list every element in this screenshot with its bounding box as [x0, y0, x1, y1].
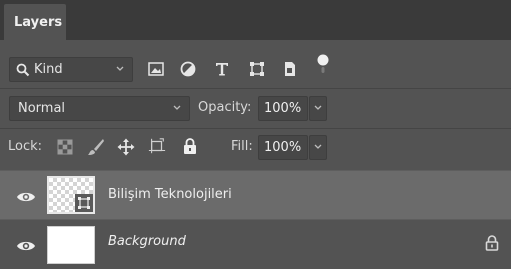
- eye-icon[interactable]: [16, 189, 36, 203]
- smart-object-badge-icon: [75, 194, 93, 212]
- lock-icon[interactable]: [485, 235, 499, 251]
- smart-object-filter-icon[interactable]: [281, 60, 299, 78]
- row-divider: [0, 88, 511, 89]
- lock-position-icon[interactable]: [117, 138, 135, 156]
- adjustment-filter-icon[interactable]: [179, 60, 197, 78]
- layer-thumbnail: [47, 176, 95, 214]
- lock-image-pixels-icon[interactable]: [87, 138, 105, 156]
- row-divider: [0, 128, 511, 129]
- chevron-down-icon: [312, 138, 324, 157]
- layer-name[interactable]: Bilişim Teknolojileri: [108, 187, 232, 202]
- fill-input[interactable]: 100%: [258, 135, 308, 160]
- type-filter-icon[interactable]: [213, 60, 231, 78]
- fill-label: Fill:: [231, 139, 253, 154]
- shape-filter-icon[interactable]: [248, 60, 266, 78]
- tab-layers-label: Layers: [14, 14, 63, 30]
- fill-value: 100%: [264, 140, 302, 155]
- filter-kind-dropdown[interactable]: Kind: [9, 57, 133, 82]
- opacity-label: Opacity:: [198, 100, 252, 115]
- layer-name[interactable]: Background: [108, 234, 186, 249]
- filter-kind-label: Kind: [34, 62, 63, 77]
- search-icon: [16, 63, 30, 77]
- lock-all-icon[interactable]: [181, 137, 199, 155]
- opacity-input[interactable]: 100%: [258, 96, 308, 121]
- lock-label: Lock:: [8, 139, 43, 154]
- chevron-down-icon: [114, 63, 126, 75]
- opacity-value: 100%: [264, 101, 302, 116]
- lock-artboard-icon[interactable]: [148, 137, 166, 155]
- layer-row[interactable]: Bilişim Teknolojileri: [0, 170, 511, 220]
- chevron-down-icon: [312, 99, 324, 118]
- panel-tab-bar: Layers: [0, 0, 511, 40]
- filter-toggle-icon[interactable]: [314, 54, 332, 74]
- layer-row[interactable]: Background: [0, 221, 511, 269]
- eye-icon[interactable]: [16, 238, 36, 252]
- chevron-down-icon: [171, 102, 183, 114]
- image-filter-icon[interactable]: [147, 60, 165, 78]
- layers-panel: Layers Kind Normal Opacity: 100% Lock: F…: [0, 0, 511, 269]
- tab-layers[interactable]: Layers: [4, 4, 66, 40]
- lock-transparent-pixels-icon[interactable]: [56, 138, 74, 156]
- layer-thumbnail: [47, 226, 95, 264]
- blend-mode-dropdown[interactable]: Normal: [9, 96, 190, 121]
- opacity-dropdown-button[interactable]: [309, 96, 327, 121]
- blend-mode-value: Normal: [18, 101, 66, 116]
- fill-dropdown-button[interactable]: [309, 135, 327, 160]
